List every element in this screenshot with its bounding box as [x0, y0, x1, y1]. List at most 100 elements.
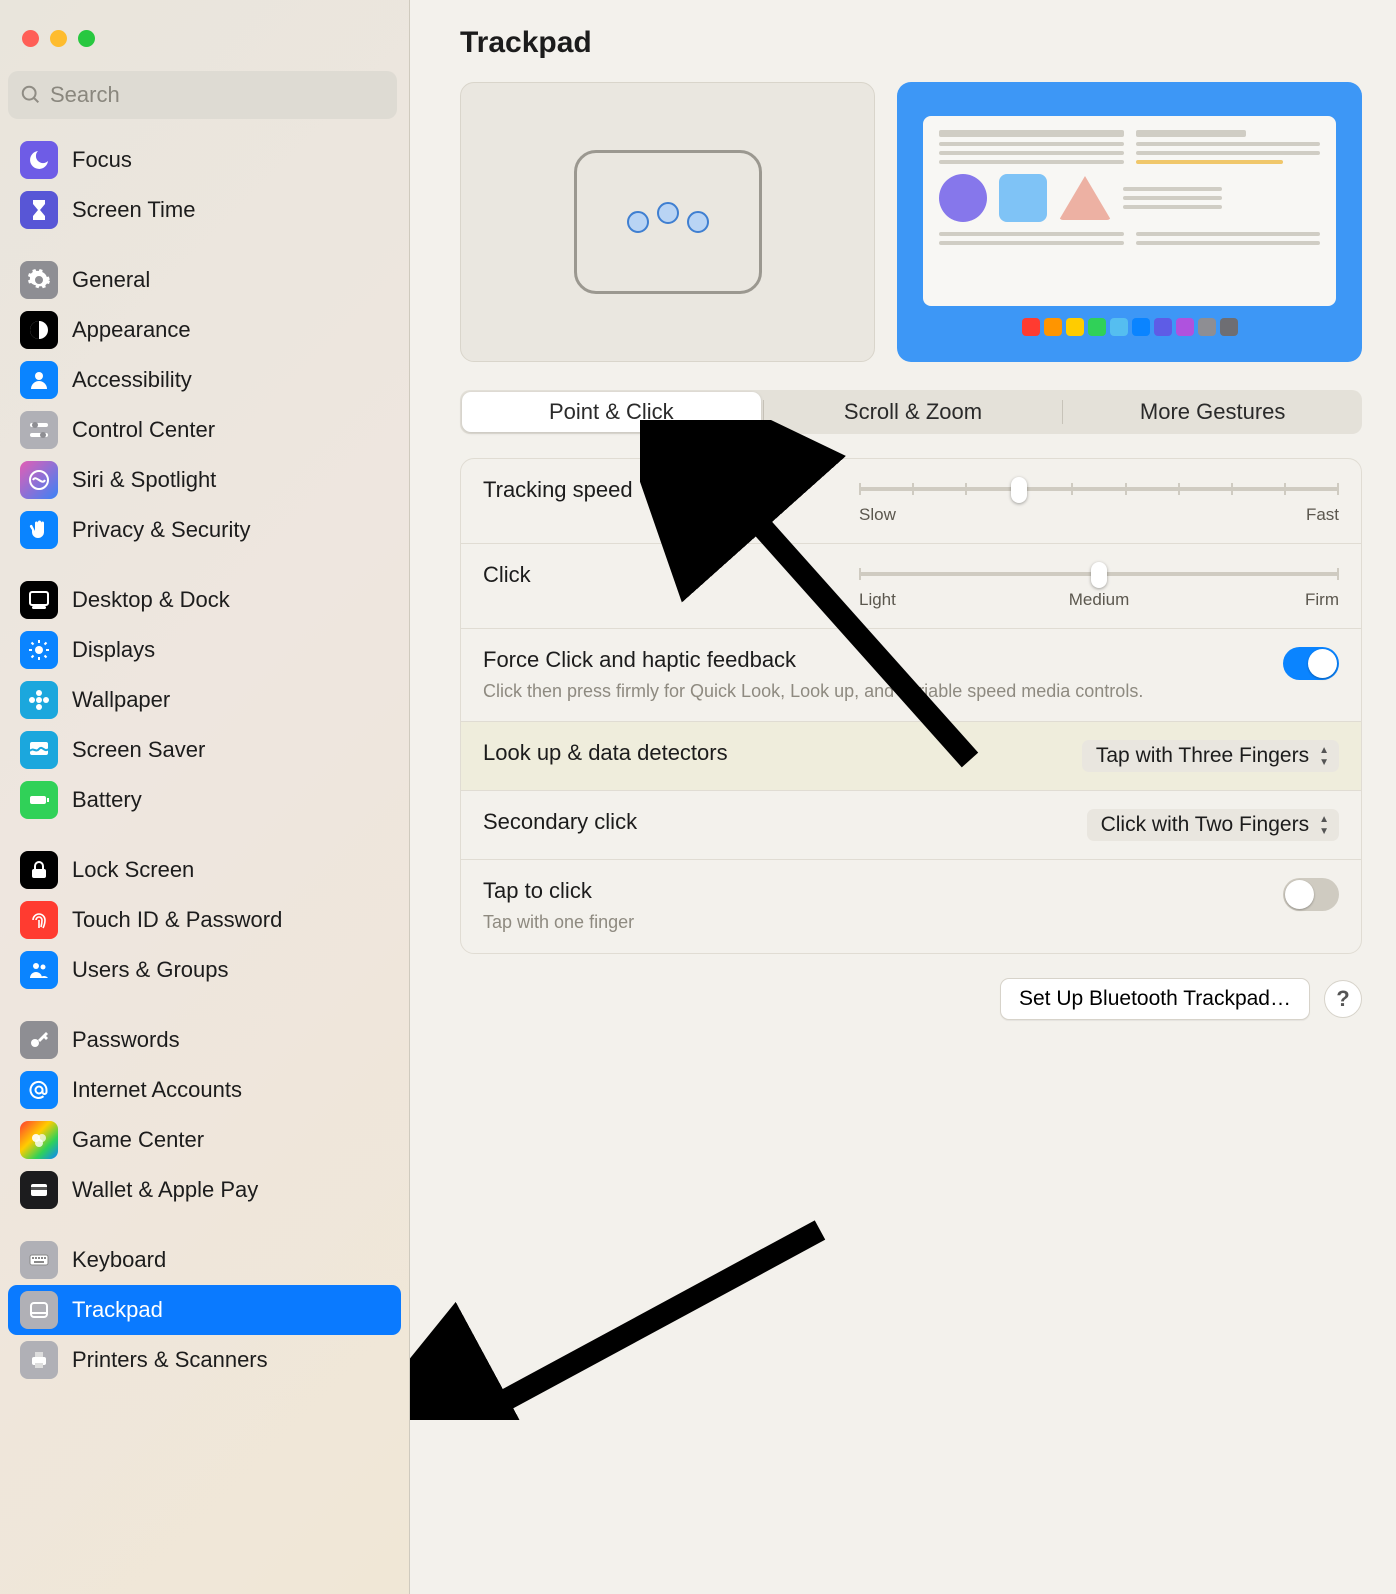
trackpad-tabs[interactable]: Point & ClickScroll & ZoomMore Gestures: [460, 390, 1362, 434]
siri-icon: [20, 461, 58, 499]
sidebar-item-accessibility[interactable]: Accessibility: [8, 355, 401, 405]
sidebar-item-screen-time[interactable]: Screen Time: [8, 185, 401, 235]
slider-min-label: Slow: [859, 505, 896, 525]
sidebar-item-label: Screen Saver: [72, 737, 205, 763]
settings-list: Tracking speed Slow Fast Click: [460, 458, 1362, 954]
sidebar-item-appearance[interactable]: Appearance: [8, 305, 401, 355]
key-icon: [20, 1021, 58, 1059]
toggle-force-click[interactable]: [1283, 647, 1339, 680]
search-field[interactable]: [8, 71, 397, 119]
hand-icon: [20, 511, 58, 549]
sidebar-item-wallet-apple-pay[interactable]: Wallet & Apple Pay: [8, 1165, 401, 1215]
sidebar-item-privacy-security[interactable]: Privacy & Security: [8, 505, 401, 555]
sub-tap-to-click: Tap with one finger: [483, 910, 1253, 934]
dropdown-look-up[interactable]: Tap with Three Fingers: [1082, 740, 1339, 772]
dock-app-icon: [1066, 318, 1084, 336]
sidebar-item-label: Wallpaper: [72, 687, 170, 713]
row-click-strength: Click Light Medium Firm: [461, 543, 1361, 628]
sidebar-item-label: Control Center: [72, 417, 215, 443]
dock-app-icon: [1132, 318, 1150, 336]
dock-app-icon: [1198, 318, 1216, 336]
sidebar-item-displays[interactable]: Displays: [8, 625, 401, 675]
sidebar-item-label: Wallet & Apple Pay: [72, 1177, 258, 1203]
setup-bluetooth-trackpad-button[interactable]: Set Up Bluetooth Trackpad…: [1000, 978, 1310, 1020]
slider-click[interactable]: Light Medium Firm: [859, 562, 1339, 610]
sidebar-item-label: Siri & Spotlight: [72, 467, 216, 493]
dock-strip: [1022, 318, 1238, 336]
slider-knob[interactable]: [1091, 562, 1107, 588]
screen-preview: [897, 82, 1362, 362]
label-secondary-click: Secondary click: [483, 809, 1057, 835]
sidebar: Focus Screen Time GeneralAppearance Accessi…: [0, 0, 410, 1594]
slider-max-label: Fast: [1306, 505, 1339, 525]
flower-icon: [20, 681, 58, 719]
dock-app-icon: [1176, 318, 1194, 336]
sidebar-item-passwords[interactable]: Passwords: [8, 1015, 401, 1065]
fingerprint-icon: [20, 901, 58, 939]
sidebar-item-label: Users & Groups: [72, 957, 229, 983]
label-tracking-speed: Tracking speed: [483, 477, 829, 503]
sidebar-item-printers-scanners[interactable]: Printers & Scanners: [8, 1335, 401, 1385]
close-window-button[interactable]: [22, 30, 39, 47]
search-input[interactable]: [50, 82, 385, 108]
sidebar-item-label: Accessibility: [72, 367, 192, 393]
switches-icon: [20, 411, 58, 449]
sidebar-item-general[interactable]: General: [8, 255, 401, 305]
row-tracking-speed: Tracking speed Slow Fast: [461, 459, 1361, 543]
sidebar-item-trackpad[interactable]: Trackpad: [8, 1285, 401, 1335]
sidebar-item-label: Displays: [72, 637, 155, 663]
at-icon: [20, 1071, 58, 1109]
touch-dot-icon: [627, 211, 649, 233]
toggle-tap-to-click[interactable]: [1283, 878, 1339, 911]
tab-more-gestures[interactable]: More Gestures: [1063, 390, 1362, 434]
dropdown-look-up-value: Tap with Three Fingers: [1096, 744, 1309, 768]
sidebar-item-wallpaper[interactable]: Wallpaper: [8, 675, 401, 725]
slider-knob[interactable]: [1011, 477, 1027, 503]
slider-mid-label: Medium: [1069, 590, 1129, 610]
touch-dot-icon: [687, 211, 709, 233]
fullscreen-window-button[interactable]: [78, 30, 95, 47]
dock-app-icon: [1088, 318, 1106, 336]
search-icon: [20, 84, 42, 106]
sidebar-item-siri-spotlight[interactable]: Siri & Spotlight: [8, 455, 401, 505]
row-tap-to-click: Tap to click Tap with one finger: [461, 859, 1361, 952]
sidebar-item-control-center[interactable]: Control Center: [8, 405, 401, 455]
sidebar-item-desktop-dock[interactable]: Desktop & Dock: [8, 575, 401, 625]
sidebar-item-label: Keyboard: [72, 1247, 166, 1273]
slider-tracking-speed[interactable]: Slow Fast: [859, 477, 1339, 525]
sidebar-item-internet-accounts[interactable]: Internet Accounts: [8, 1065, 401, 1115]
dock-app-icon: [1220, 318, 1238, 336]
sample-circle-icon: [939, 174, 987, 222]
row-force-click: Force Click and haptic feedback Click th…: [461, 628, 1361, 721]
tab-point-click[interactable]: Point & Click: [462, 392, 761, 432]
dock-app-icon: [1110, 318, 1128, 336]
page-title: Trackpad: [460, 26, 1362, 60]
sidebar-list: Focus Screen Time GeneralAppearance Accessi…: [8, 131, 401, 1389]
sidebar-item-game-center[interactable]: Game Center: [8, 1115, 401, 1165]
sidebar-item-keyboard[interactable]: Keyboard: [8, 1235, 401, 1285]
help-button[interactable]: ?: [1324, 980, 1362, 1018]
dock-app-icon: [1044, 318, 1062, 336]
moon-icon: [20, 141, 58, 179]
keyboard-icon: [20, 1241, 58, 1279]
minimize-window-button[interactable]: [50, 30, 67, 47]
touch-dot-icon: [657, 202, 679, 224]
dropdown-secondary-click[interactable]: Click with Two Fingers: [1087, 809, 1339, 841]
dock-icon: [20, 581, 58, 619]
sidebar-item-label: Battery: [72, 787, 142, 813]
trackpad-outline-icon: [574, 150, 762, 294]
sidebar-item-lock-screen[interactable]: Lock Screen: [8, 845, 401, 895]
hourglass-icon: [20, 191, 58, 229]
label-click: Click: [483, 562, 829, 588]
chevron-updown-icon: [1319, 814, 1329, 837]
sidebar-item-focus[interactable]: Focus: [8, 135, 401, 185]
sidebar-item-battery[interactable]: Battery: [8, 775, 401, 825]
sidebar-item-screen-saver[interactable]: Screen Saver: [8, 725, 401, 775]
battery-icon: [20, 781, 58, 819]
lock-icon: [20, 851, 58, 889]
sidebar-item-touch-id-password[interactable]: Touch ID & Password: [8, 895, 401, 945]
sidebar-item-label: Screen Time: [72, 197, 196, 223]
tab-scroll-zoom[interactable]: Scroll & Zoom: [764, 390, 1063, 434]
sidebar-item-users-groups[interactable]: Users & Groups: [8, 945, 401, 995]
users-icon: [20, 951, 58, 989]
